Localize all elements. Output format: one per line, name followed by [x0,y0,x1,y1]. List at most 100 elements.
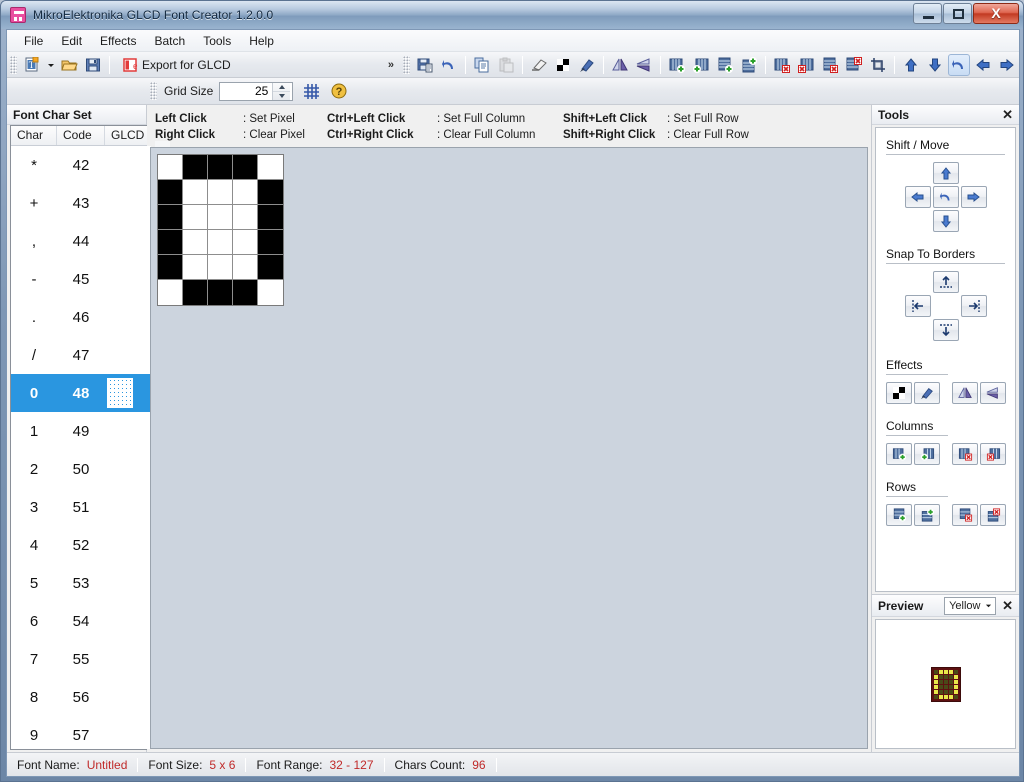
glyph-pixel[interactable] [158,180,183,205]
column-header-glcd[interactable]: GLCD [105,126,151,145]
glyph-pixel[interactable] [233,280,258,305]
shift-down-tool-button[interactable] [933,210,959,232]
glyph-pixel[interactable] [183,280,208,305]
char-list-row[interactable]: *42 [11,146,151,184]
menu-edit[interactable]: Edit [52,31,91,51]
menu-effects[interactable]: Effects [91,31,145,51]
save-button[interactable] [82,54,104,76]
glyph-pixel[interactable] [158,255,183,280]
export-for-glcd-button[interactable]: e Export for GLCD [115,54,238,76]
char-list-row[interactable]: 957 [11,716,151,749]
char-list-row[interactable]: 654 [11,602,151,640]
tools-close-icon[interactable]: ✕ [1002,107,1013,123]
shift-down-button[interactable] [924,54,946,76]
preview-close-icon[interactable]: ✕ [1002,598,1013,614]
glyph-pixel[interactable] [208,280,233,305]
char-list-body[interactable]: *42+43,44-45.46/470481492503514525536547… [11,146,151,749]
toolbar-grip-2[interactable] [403,56,410,74]
snap-top-button[interactable] [933,271,959,293]
toolbar-grip[interactable] [10,56,17,74]
effects-mirror-horizontal-button[interactable] [952,382,978,404]
glyph-pixel[interactable] [258,280,283,305]
glyph-pixel[interactable] [208,205,233,230]
char-list[interactable]: Char Code GLCD *42+43,44-45.46/470481492… [10,125,152,750]
glyph-pixel[interactable] [158,205,183,230]
grid-size-arrows[interactable] [272,83,290,100]
snap-right-button[interactable] [961,295,987,317]
eraser-button[interactable] [528,54,550,76]
glyph-pixel[interactable] [158,230,183,255]
char-list-row[interactable]: 452 [11,526,151,564]
preview-color-select[interactable]: Yellow [944,597,996,615]
rotate-reset-tool-button[interactable] [933,186,959,208]
delete-column-left-tool-button[interactable] [952,443,978,465]
char-list-row[interactable]: /47 [11,336,151,374]
glyph-pixel[interactable] [258,180,283,205]
toolbar-overflow-button[interactable]: » [388,59,394,71]
maximize-button[interactable] [943,3,972,24]
insert-column-left-button[interactable] [666,54,688,76]
glyph-pixel[interactable] [158,280,183,305]
menu-batch[interactable]: Batch [146,31,195,51]
column-header-code[interactable]: Code [57,126,105,145]
glyph-pixel[interactable] [208,155,233,180]
glyph-pixel-grid[interactable] [157,154,284,306]
new-font-button[interactable]: T [21,54,43,76]
add-row-top-button[interactable] [886,504,912,526]
copy-button[interactable] [471,54,493,76]
mirror-horizontal-button[interactable] [609,54,631,76]
invert-button[interactable] [552,54,574,76]
char-list-row[interactable]: ,44 [11,222,151,260]
grid-size-stepper[interactable] [219,82,293,101]
char-list-row[interactable]: 351 [11,488,151,526]
glyph-pixel[interactable] [183,205,208,230]
char-list-row[interactable]: 553 [11,564,151,602]
fill-brush-button[interactable] [576,54,598,76]
menu-help[interactable]: Help [240,31,283,51]
delete-column-right-tool-button[interactable] [980,443,1006,465]
effects-invert-button[interactable] [886,382,912,404]
column-header-char[interactable]: Char [11,126,57,145]
new-font-dropdown[interactable] [45,54,56,76]
delete-row-top-tool-button[interactable] [952,504,978,526]
glyph-pixel[interactable] [158,155,183,180]
shift-up-tool-button[interactable] [933,162,959,184]
delete-row-top-button[interactable] [819,54,841,76]
delete-column-left-button[interactable] [771,54,793,76]
delete-column-right-button[interactable] [795,54,817,76]
glyph-pixel[interactable] [233,155,258,180]
add-column-right-button[interactable] [914,443,940,465]
char-list-row[interactable]: 250 [11,450,151,488]
glyph-canvas[interactable] [150,147,868,749]
save-as-button[interactable] [414,54,436,76]
shift-right-button[interactable] [996,54,1018,76]
delete-row-bottom-tool-button[interactable] [980,504,1006,526]
add-row-bottom-button[interactable] [914,504,940,526]
char-list-row[interactable]: 856 [11,678,151,716]
effects-mirror-vertical-button[interactable] [980,382,1006,404]
glyph-pixel[interactable] [183,230,208,255]
glyph-pixel[interactable] [208,255,233,280]
char-list-row[interactable]: +43 [11,184,151,222]
shift-left-tool-button[interactable] [905,186,931,208]
glyph-pixel[interactable] [233,255,258,280]
char-list-row[interactable]: -45 [11,260,151,298]
grid-size-increase[interactable] [273,83,290,92]
shift-right-tool-button[interactable] [961,186,987,208]
glyph-pixel[interactable] [258,255,283,280]
grid-size-decrease[interactable] [273,92,290,100]
rotate-button[interactable] [948,54,970,76]
char-list-row[interactable]: 149 [11,412,151,450]
glyph-pixel[interactable] [208,230,233,255]
char-list-row[interactable]: 755 [11,640,151,678]
glyph-pixel[interactable] [258,205,283,230]
glyph-pixel[interactable] [208,180,233,205]
menu-file[interactable]: File [15,31,52,51]
mirror-vertical-button[interactable] [633,54,655,76]
grid-toggle-button[interactable] [300,80,322,102]
glyph-pixel[interactable] [233,180,258,205]
undo-button[interactable] [438,54,460,76]
glyph-pixel[interactable] [233,230,258,255]
glyph-pixel[interactable] [183,180,208,205]
glyph-pixel[interactable] [233,205,258,230]
